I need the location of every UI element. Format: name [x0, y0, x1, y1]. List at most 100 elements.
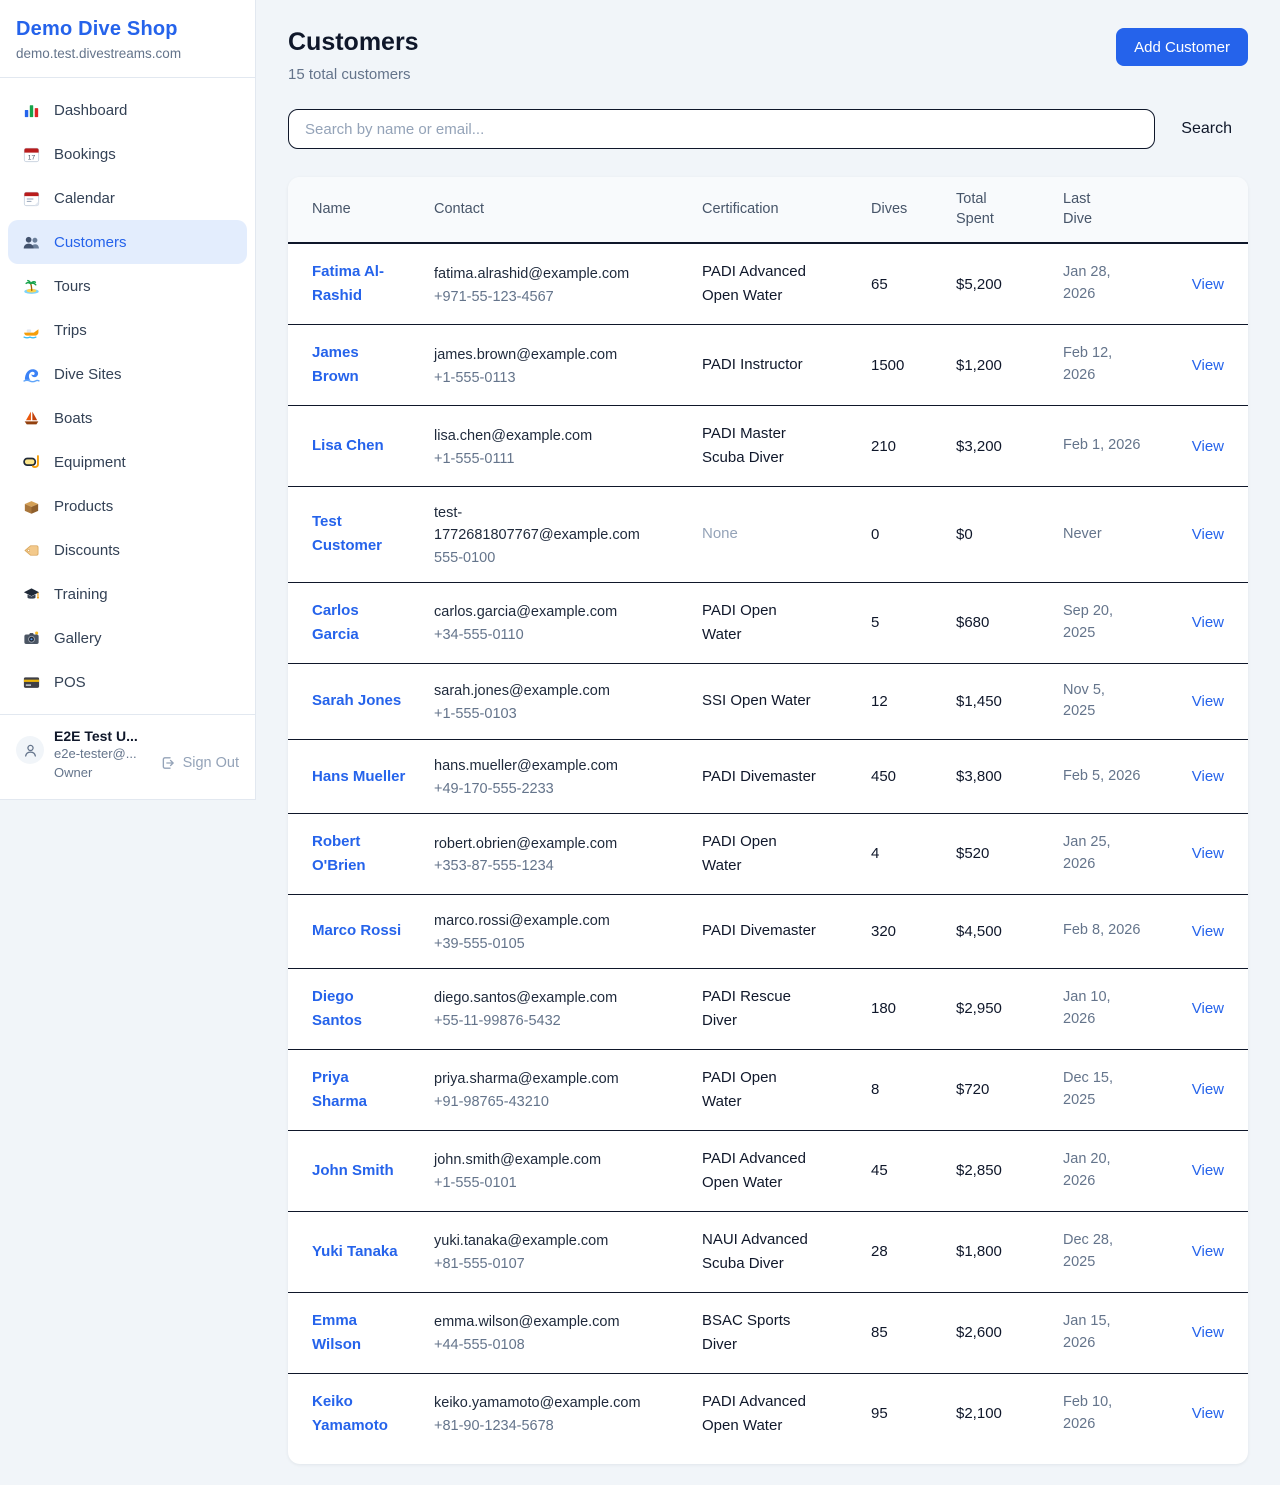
sidebar-item-label: Calendar — [54, 190, 115, 207]
customer-name-link[interactable]: Sarah Jones — [312, 692, 401, 709]
customer-total-spent: $1,800 — [956, 1211, 1063, 1292]
sidebar-item-boats[interactable]: Boats — [8, 396, 247, 440]
customer-name-link[interactable]: Hans Mueller — [312, 768, 405, 785]
customer-email: diego.santos@example.com — [434, 988, 648, 1010]
customer-total-spent: $3,800 — [956, 740, 1063, 814]
customer-certification: PADI Open Water — [702, 1049, 871, 1130]
sidebar-item-products[interactable]: Products — [8, 484, 247, 528]
user-email: e2e-tester@... — [54, 745, 150, 763]
customer-last-dive: Jan 25, 2026 — [1063, 813, 1169, 894]
customer-name-link[interactable]: Emma Wilson — [312, 1312, 361, 1353]
customer-total-spent: $720 — [956, 1049, 1063, 1130]
customer-dives: 210 — [871, 406, 956, 487]
customer-last-dive: Feb 10, 2026 — [1063, 1373, 1169, 1454]
view-customer-link[interactable]: View — [1192, 1324, 1224, 1341]
column-header-actions — [1169, 177, 1248, 243]
view-customer-link[interactable]: View — [1192, 526, 1224, 543]
sidebar-item-calendar[interactable]: Calendar — [8, 176, 247, 220]
table-body: Fatima Al-Rashid fatima.alrashid@example… — [288, 243, 1248, 1454]
sidebar-item-dive-sites[interactable]: Dive Sites — [8, 352, 247, 396]
customer-name-link[interactable]: Keiko Yamamoto — [312, 1393, 388, 1434]
table-row: Keiko Yamamoto keiko.yamamoto@example.co… — [288, 1373, 1248, 1454]
table-row: Marco Rossi marco.rossi@example.com +39-… — [288, 894, 1248, 968]
view-customer-link[interactable]: View — [1192, 438, 1224, 455]
customer-last-dive: Dec 15, 2025 — [1063, 1049, 1169, 1130]
customer-name-link[interactable]: Fatima Al-Rashid — [312, 263, 384, 304]
view-customer-link[interactable]: View — [1192, 276, 1224, 293]
sidebar-item-pos[interactable]: POS — [8, 660, 247, 704]
customer-certification: None — [702, 487, 871, 583]
column-header-contact: Contact — [434, 177, 702, 243]
avatar — [16, 736, 44, 764]
nav-icon — [22, 145, 41, 164]
nav-icon — [22, 365, 41, 384]
customer-certification: PADI Open Water — [702, 813, 871, 894]
add-customer-button[interactable]: Add Customer — [1116, 28, 1248, 66]
nav-icon — [22, 629, 41, 648]
customer-name-link[interactable]: Marco Rossi — [312, 922, 401, 939]
sidebar-item-training[interactable]: Training — [8, 572, 247, 616]
view-customer-link[interactable]: View — [1192, 845, 1224, 862]
view-customer-link[interactable]: View — [1192, 923, 1224, 940]
search-button[interactable]: Search — [1181, 112, 1232, 146]
customer-total-spent: $4,500 — [956, 894, 1063, 968]
nav-icon — [22, 101, 41, 120]
search-input[interactable] — [288, 109, 1155, 149]
customer-name-link[interactable]: John Smith — [312, 1162, 394, 1179]
sidebar-item-label: Dive Sites — [54, 366, 122, 383]
customer-dives: 320 — [871, 894, 956, 968]
customer-total-spent: $1,450 — [956, 663, 1063, 740]
view-customer-link[interactable]: View — [1192, 614, 1224, 631]
sign-out-button[interactable]: Sign Out — [160, 744, 239, 781]
customer-dives: 180 — [871, 968, 956, 1049]
column-header-last-dive: Last Dive — [1063, 177, 1169, 243]
customer-count: 15 total customers — [288, 66, 419, 83]
column-header-total-spent: Total Spent — [956, 177, 1063, 243]
main-content: Customers 15 total customers Add Custome… — [256, 0, 1280, 1464]
customer-dives: 8 — [871, 1049, 956, 1130]
view-customer-link[interactable]: View — [1192, 1000, 1224, 1017]
customer-name-link[interactable]: Robert O'Brien — [312, 833, 366, 874]
customer-dives: 12 — [871, 663, 956, 740]
customer-name-link[interactable]: Carlos Garcia — [312, 602, 359, 643]
customer-name-link[interactable]: Test Customer — [312, 513, 382, 554]
customer-name-link[interactable]: James Brown — [312, 344, 359, 385]
view-customer-link[interactable]: View — [1192, 1243, 1224, 1260]
customer-total-spent: $2,600 — [956, 1292, 1063, 1373]
sidebar-item-bookings[interactable]: Bookings — [8, 132, 247, 176]
customer-name-link[interactable]: Diego Santos — [312, 988, 362, 1029]
table-row: Hans Mueller hans.mueller@example.com +4… — [288, 740, 1248, 814]
customer-certification: NAUI Advanced Scuba Diver — [702, 1211, 871, 1292]
sidebar-item-discounts[interactable]: Discounts — [8, 528, 247, 572]
sidebar-item-customers[interactable]: Customers — [8, 220, 247, 264]
customer-phone: +49-170-555-2233 — [434, 781, 648, 797]
customer-email: john.smith@example.com — [434, 1150, 648, 1172]
sidebar-item-label: Gallery — [54, 630, 102, 647]
customer-phone: +81-90-1234-5678 — [434, 1418, 648, 1434]
page-title-block: Customers 15 total customers — [288, 28, 419, 83]
sidebar-item-equipment[interactable]: Equipment — [8, 440, 247, 484]
view-customer-link[interactable]: View — [1192, 1162, 1224, 1179]
sidebar-item-gallery[interactable]: Gallery — [8, 616, 247, 660]
sidebar-item-trips[interactable]: Trips — [8, 308, 247, 352]
column-header-certification: Certification — [702, 177, 871, 243]
sidebar-item-label: Boats — [54, 410, 92, 427]
view-customer-link[interactable]: View — [1192, 1081, 1224, 1098]
view-customer-link[interactable]: View — [1192, 693, 1224, 710]
customer-phone: +44-555-0108 — [434, 1337, 648, 1353]
customer-name-link[interactable]: Priya Sharma — [312, 1069, 367, 1110]
view-customer-link[interactable]: View — [1192, 768, 1224, 785]
customer-phone: +34-555-0110 — [434, 627, 648, 643]
view-customer-link[interactable]: View — [1192, 1405, 1224, 1422]
sidebar-item-tours[interactable]: Tours — [8, 264, 247, 308]
customer-total-spent: $520 — [956, 813, 1063, 894]
customer-certification: BSAC Sports Diver — [702, 1292, 871, 1373]
customer-dives: 45 — [871, 1130, 956, 1211]
customer-certification: PADI Rescue Diver — [702, 968, 871, 1049]
column-header-dives: Dives — [871, 177, 956, 243]
view-customer-link[interactable]: View — [1192, 357, 1224, 374]
customer-name-link[interactable]: Lisa Chen — [312, 437, 384, 454]
customer-name-link[interactable]: Yuki Tanaka — [312, 1243, 398, 1260]
sidebar-item-dashboard[interactable]: Dashboard — [8, 88, 247, 132]
table-row: James Brown james.brown@example.com +1-5… — [288, 325, 1248, 406]
